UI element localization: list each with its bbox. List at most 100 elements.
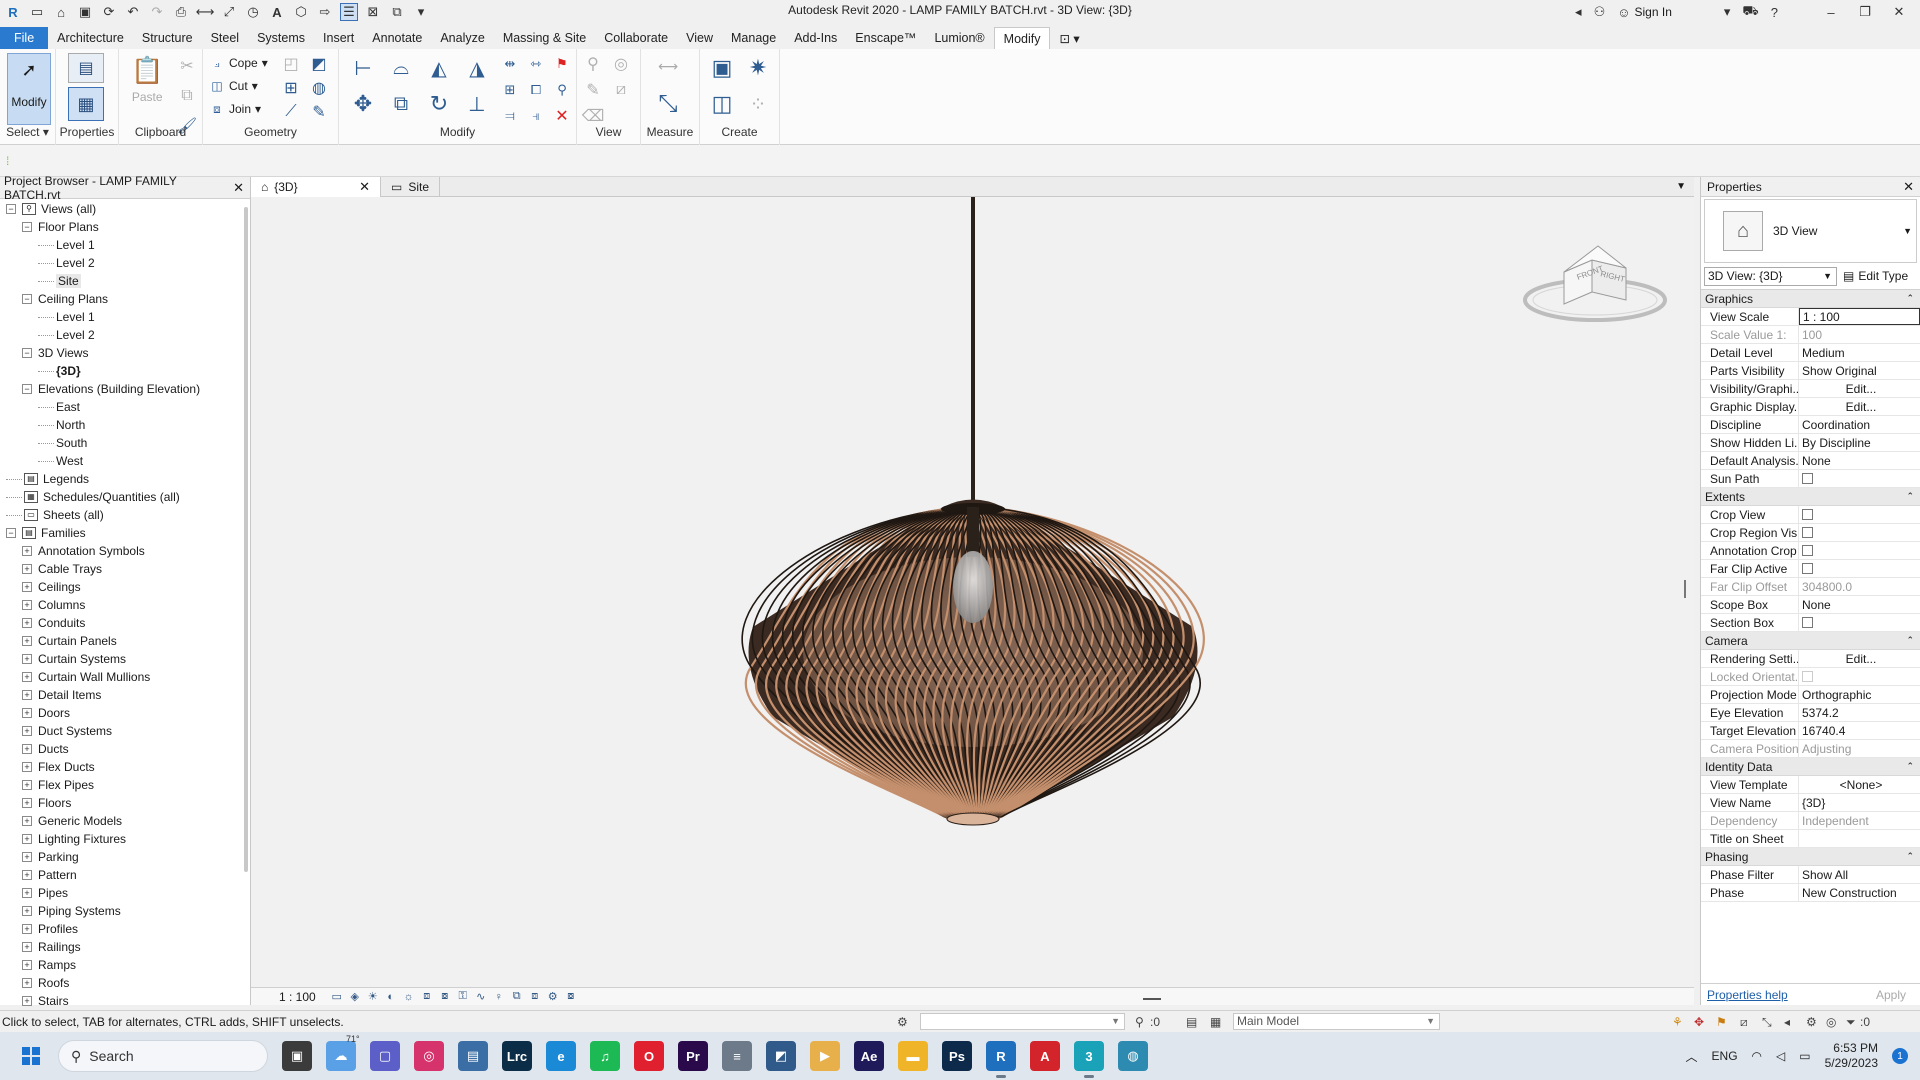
- tree-floor-plan[interactable]: Level 1: [0, 236, 250, 254]
- property-value[interactable]: 16740.4: [1799, 722, 1920, 739]
- tree-family-category[interactable]: + Stairs: [0, 992, 250, 1010]
- copy-icon[interactable]: ⧉: [385, 89, 417, 119]
- paint-icon[interactable]: ◍: [307, 77, 331, 99]
- expand-icon[interactable]: +: [22, 690, 32, 700]
- property-value[interactable]: [1799, 542, 1920, 559]
- hide-bulb-icon[interactable]: ⚲: [581, 53, 605, 75]
- property-edit-button[interactable]: Edit...: [1799, 650, 1920, 667]
- tree-schedules[interactable]: ▦ Schedules/Quantities (all): [0, 488, 250, 506]
- battery-icon[interactable]: ▭: [1799, 1049, 1810, 1063]
- properties-section-phasing[interactable]: Phasing ⌃: [1701, 848, 1920, 866]
- property-checkbox[interactable]: [1802, 527, 1813, 538]
- property-value[interactable]: [1799, 614, 1920, 631]
- clock[interactable]: 6:53 PM 5/29/2023: [1825, 1041, 1878, 1071]
- property-value[interactable]: {3D}: [1799, 794, 1920, 811]
- property-edit-button[interactable]: <None>: [1799, 776, 1920, 793]
- tab-lumion[interactable]: Lumion®: [925, 27, 993, 49]
- tree-family-category[interactable]: + Piping Systems: [0, 902, 250, 920]
- tree-sheets[interactable]: ▭ Sheets (all): [0, 506, 250, 524]
- property-checkbox[interactable]: [1802, 545, 1813, 556]
- tab-structure[interactable]: Structure: [133, 27, 202, 49]
- expand-icon[interactable]: +: [22, 672, 32, 682]
- taskbar-search-box[interactable]: ⚲ Search: [58, 1040, 268, 1072]
- shadows-icon[interactable]: ◐: [382, 991, 400, 1003]
- tree-3d-view[interactable]: {3D}: [0, 362, 250, 380]
- property-edit-button[interactable]: Edit...: [1799, 398, 1920, 415]
- edge-icon[interactable]: e: [546, 1041, 576, 1071]
- restore-icon[interactable]: ❐: [1854, 4, 1876, 20]
- tree-floor-plan[interactable]: Level 2: [0, 254, 250, 272]
- tab-steel[interactable]: Steel: [202, 27, 249, 49]
- property-value[interactable]: By Discipline: [1799, 434, 1920, 451]
- property-checkbox[interactable]: [1802, 563, 1813, 574]
- contextual-tab-dropdown-icon[interactable]: ⊡ ▾: [1050, 27, 1088, 49]
- property-value[interactable]: Orthographic: [1799, 686, 1920, 703]
- properties-section-graphics[interactable]: Graphics ⌃: [1701, 290, 1920, 308]
- trim-multiple-icon[interactable]: ⫤: [499, 105, 521, 127]
- expand-icon[interactable]: +: [22, 564, 32, 574]
- property-value[interactable]: Show Original: [1799, 362, 1920, 379]
- similar-icon[interactable]: ⁘: [742, 89, 774, 119]
- rotate-icon[interactable]: ↻: [423, 89, 455, 119]
- property-value[interactable]: [1799, 830, 1920, 847]
- panel-select-label[interactable]: Select ▾: [0, 125, 55, 139]
- align-icon[interactable]: ⊢: [347, 53, 379, 83]
- expand-icon[interactable]: +: [22, 654, 32, 664]
- tree-family-category[interactable]: + Ducts: [0, 740, 250, 758]
- background-settings-icon[interactable]: ⚙: [1806, 1015, 1817, 1029]
- demolish-icon[interactable]: ⊞: [279, 77, 303, 99]
- revit-icon[interactable]: R: [986, 1041, 1016, 1078]
- expand-icon[interactable]: +: [22, 798, 32, 808]
- close-hidden-icon[interactable]: ⊠: [364, 3, 382, 21]
- sign-in-dropdown-icon[interactable]: ▾: [1724, 4, 1731, 20]
- select-pinned-icon[interactable]: ⚑: [1716, 1015, 1727, 1029]
- tab-site[interactable]: ▭ Site: [381, 177, 441, 197]
- background-process-icon[interactable]: ◂: [1784, 1015, 1790, 1029]
- collapse-section-icon[interactable]: ⌃: [1906, 293, 1914, 304]
- volume-icon[interactable]: ◁: [1776, 1049, 1785, 1063]
- trim-single-icon[interactable]: ⫣: [525, 105, 547, 127]
- property-value[interactable]: Medium: [1799, 344, 1920, 361]
- expand-icon[interactable]: +: [22, 582, 32, 592]
- sun-path-icon[interactable]: ☀: [364, 990, 382, 1003]
- active-workset-selector[interactable]: ▼: [920, 1013, 1125, 1030]
- tab-collaborate[interactable]: Collaborate: [595, 27, 677, 49]
- show-hidden-icons-icon[interactable]: ︿: [1686, 1048, 1698, 1065]
- temporary-hide-icon[interactable]: ∿: [472, 990, 490, 1003]
- tab-file[interactable]: File: [0, 27, 49, 49]
- override-icon[interactable]: ◎: [609, 53, 633, 75]
- tree-ceiling-plans[interactable]: − Ceiling Plans: [0, 290, 250, 308]
- expand-icon[interactable]: +: [22, 906, 32, 916]
- split-gap-icon[interactable]: ⇿: [525, 53, 547, 75]
- create-parts-icon[interactable]: ✷: [742, 53, 774, 83]
- tab-view[interactable]: View: [677, 27, 722, 49]
- after-effects-icon[interactable]: Ae: [854, 1041, 884, 1071]
- property-checkbox[interactable]: [1802, 509, 1813, 520]
- collapse-icon[interactable]: −: [6, 204, 16, 214]
- tree-family-category[interactable]: + Conduits: [0, 614, 250, 632]
- trim-extend-icon[interactable]: ⊥: [461, 89, 493, 119]
- tree-family-category[interactable]: + Detail Items: [0, 686, 250, 704]
- tab-3d[interactable]: ⌂ {3D} ✕: [251, 177, 381, 197]
- photoshop-icon[interactable]: Ps: [942, 1041, 972, 1071]
- tree-family-category[interactable]: + Pattern: [0, 866, 250, 884]
- tab-modify[interactable]: Modify: [993, 27, 1051, 49]
- opera-icon[interactable]: O: [634, 1041, 664, 1071]
- apply-button[interactable]: Apply: [1876, 988, 1914, 1002]
- tree-family-category[interactable]: + Roofs: [0, 974, 250, 992]
- collapse-section-icon[interactable]: ⌃: [1906, 761, 1914, 772]
- highlight-displacement-icon[interactable]: ⧇: [562, 990, 580, 1003]
- mirror-axis-icon[interactable]: ◭: [423, 53, 455, 83]
- move-icon[interactable]: ✥: [347, 89, 379, 119]
- expand-icon[interactable]: +: [22, 726, 32, 736]
- expand-icon[interactable]: +: [22, 942, 32, 952]
- pick-icon[interactable]: ✎: [307, 101, 331, 123]
- tree-family-category[interactable]: + Profiles: [0, 920, 250, 938]
- new-icon[interactable]: ▭: [28, 3, 46, 21]
- editable-only-icon[interactable]: ⚲: [1135, 1015, 1144, 1029]
- array-icon[interactable]: ⊞: [499, 79, 521, 101]
- switch-windows-icon[interactable]: ⧉: [388, 3, 406, 21]
- tree-elevation[interactable]: North: [0, 416, 250, 434]
- analytical-model-icon[interactable]: ⚙: [544, 990, 562, 1003]
- collapse-section-icon[interactable]: ⌃: [1906, 635, 1914, 646]
